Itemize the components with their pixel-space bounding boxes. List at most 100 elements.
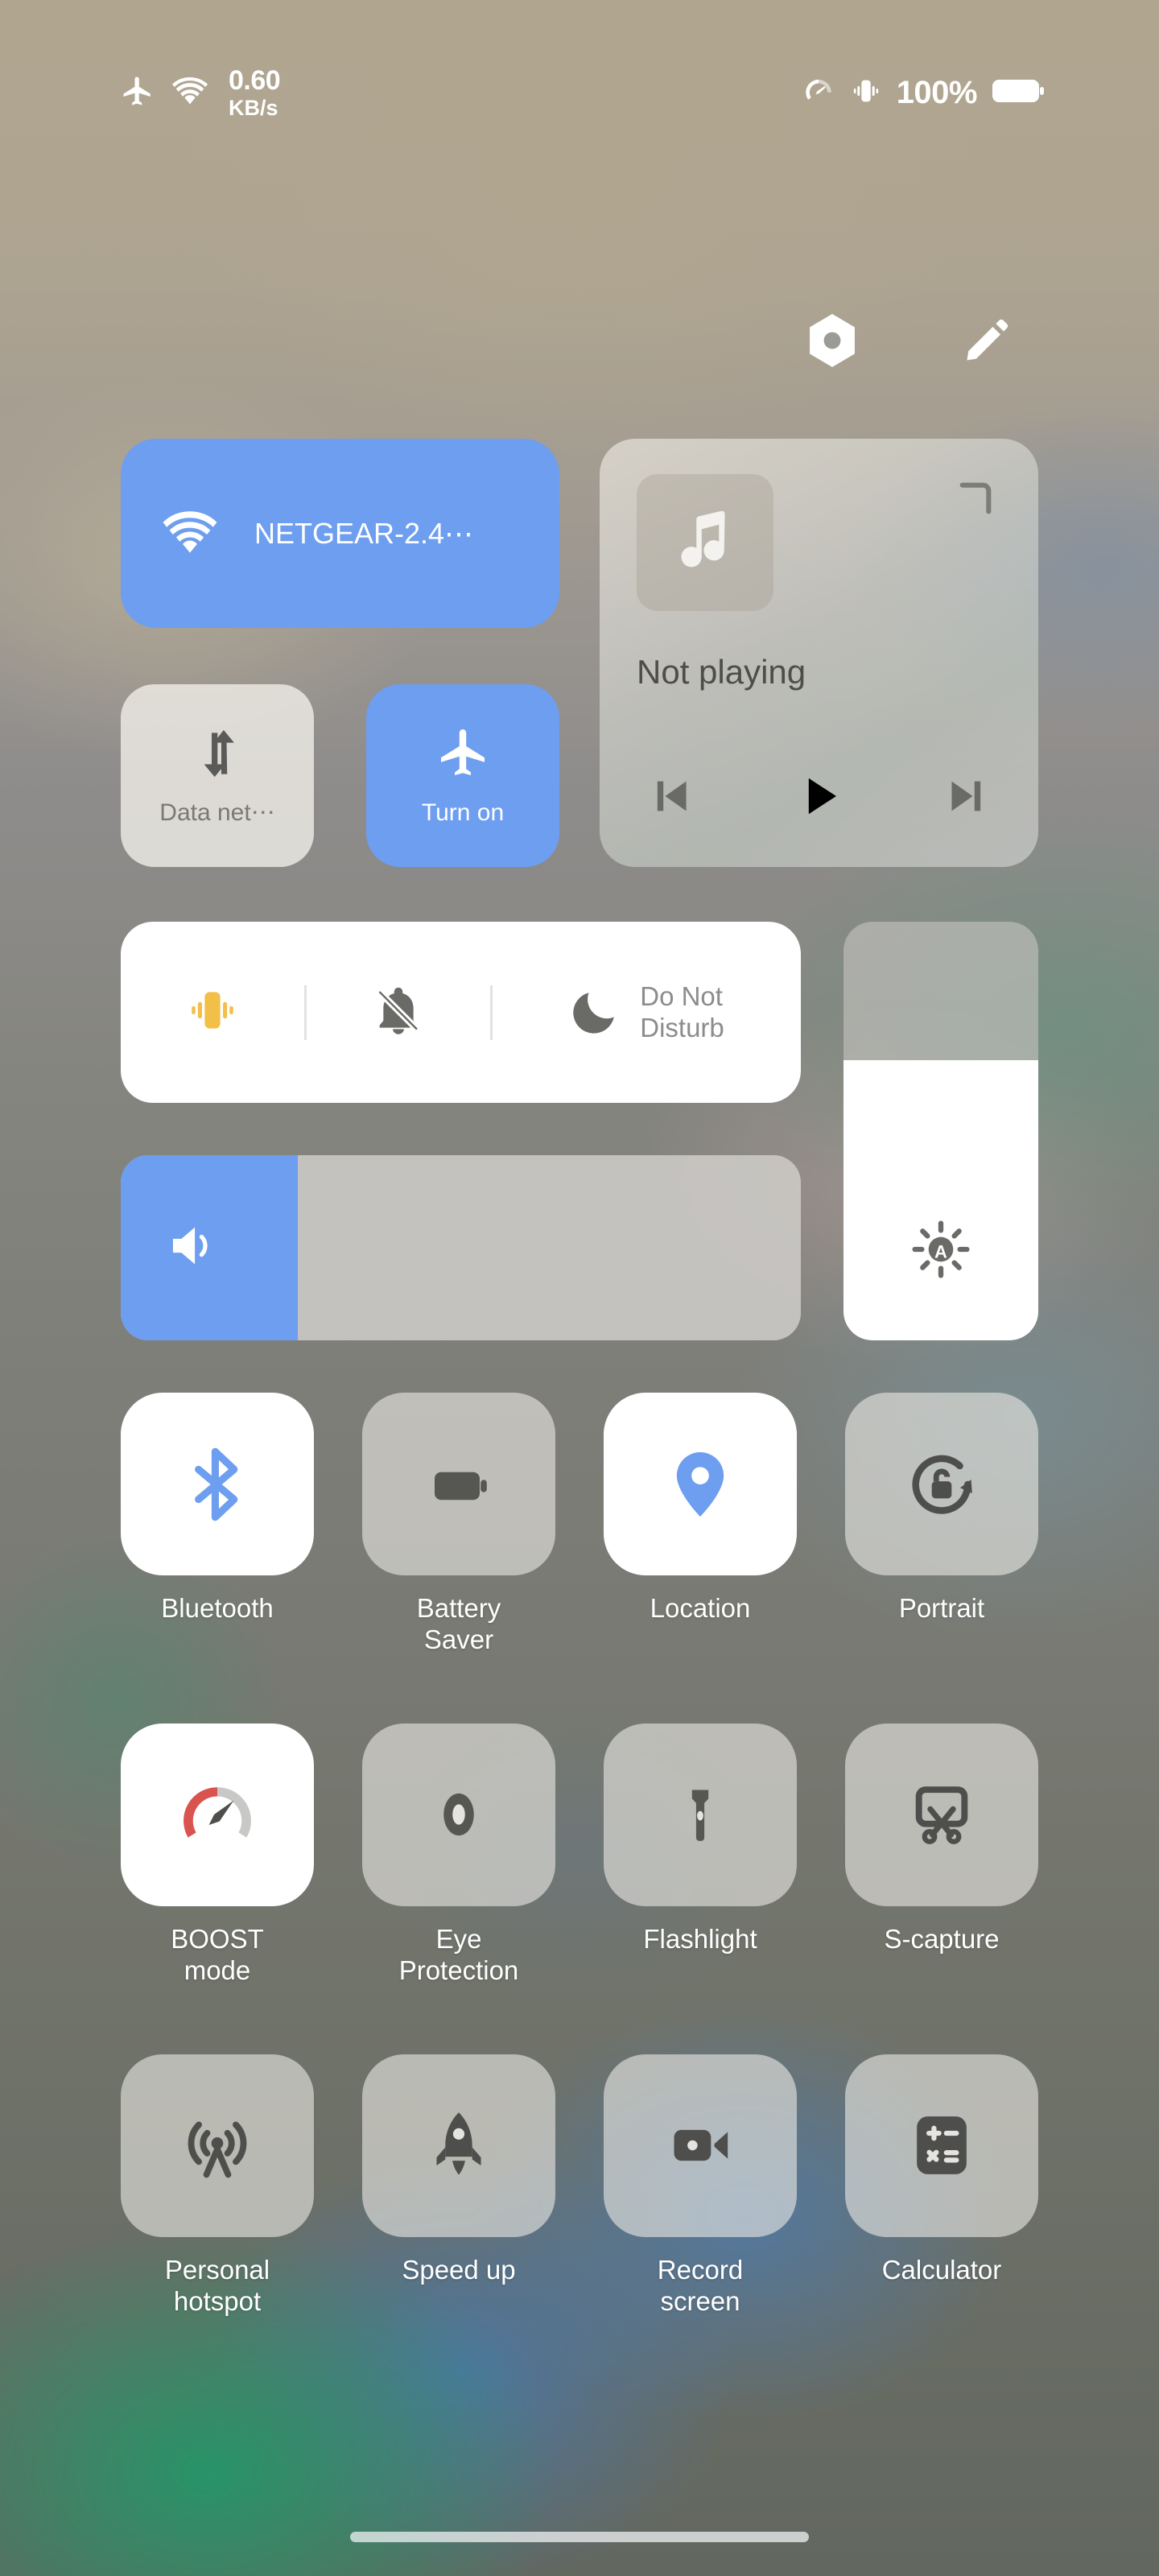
quick-setting-calculator: Calculator (845, 2054, 1038, 2318)
airplane-mode-label: Turn on (421, 799, 505, 826)
rocket-icon (436, 2112, 481, 2175)
data-network-tile[interactable]: Data net⋯ (121, 684, 314, 867)
wifi-tile[interactable]: NETGEAR-2.4⋯ (121, 439, 559, 628)
volume-slider[interactable] (121, 1155, 801, 1340)
screenshot-scissors-icon (915, 1786, 968, 1845)
bell-off-icon (370, 982, 427, 1042)
quick-setting-speed-up: Speed up (362, 2054, 555, 2318)
next-track-icon[interactable] (937, 764, 1001, 828)
quick-setting-personal-hotspot: Personal hotspot (121, 2054, 314, 2318)
brightness-slider[interactable]: A (843, 922, 1038, 1340)
flashlight-toggle-button[interactable] (604, 1723, 797, 1906)
quick-setting-label: Eye Protection (398, 1923, 519, 1985)
battery-saver-icon (435, 1472, 487, 1500)
header-actions (0, 296, 1159, 385)
top-tiles-region: NETGEAR-2.4⋯ Data net⋯ Turn on Not playi… (121, 439, 1038, 867)
speedometer-icon (802, 74, 835, 112)
grid-row-spacer (845, 1987, 1038, 2054)
quick-setting-location: Location (604, 1393, 797, 1656)
portrait-lock-toggle-button[interactable] (845, 1393, 1038, 1575)
pencil-edit-icon[interactable] (958, 312, 1016, 369)
quick-setting-bluetooth: Bluetooth (121, 1393, 314, 1656)
hotspot-icon (188, 2121, 247, 2178)
quick-setting-label: Speed up (402, 2254, 516, 2285)
bluetooth-toggle-button[interactable] (121, 1393, 314, 1575)
airplane-icon (121, 74, 155, 112)
quick-setting-record-screen: Record screen (604, 2054, 797, 2318)
media-controls (637, 764, 1001, 828)
wifi-icon (159, 506, 221, 560)
data-transfer-icon (189, 725, 245, 786)
grid-row-spacer (362, 1987, 555, 2054)
grid-row-spacer (604, 1656, 797, 1724)
media-player-panel[interactable]: Not playing (600, 439, 1038, 867)
previous-track-icon[interactable] (637, 764, 701, 828)
personal-hotspot-toggle-button[interactable] (121, 2054, 314, 2237)
network-speed-value: 0.60 (229, 64, 281, 96)
svg-text:A: A (934, 1241, 947, 1261)
location-toggle-button[interactable] (604, 1393, 797, 1575)
quick-setting-label: Location (650, 1593, 751, 1623)
calculator-icon (917, 2116, 967, 2175)
play-icon[interactable] (787, 764, 852, 828)
boost-mode-toggle-button[interactable] (121, 1723, 314, 1906)
calculator-button[interactable] (845, 2054, 1038, 2237)
album-art-placeholder (637, 474, 773, 611)
auto-brightness-icon: A (909, 1217, 973, 1286)
status-bar-left: 0.60 KB/s (121, 64, 281, 120)
eye-protection-toggle-button[interactable] (362, 1723, 555, 1906)
home-indicator-bar[interactable] (350, 2532, 809, 2542)
quick-setting-label: Calculator (881, 2254, 1002, 2285)
wifi-icon (172, 73, 208, 113)
quick-setting-label: Bluetooth (161, 1593, 274, 1623)
airplane-icon (434, 724, 492, 786)
flashlight-icon (691, 1790, 709, 1842)
battery-percent-label: 100% (896, 74, 978, 110)
s-capture-button[interactable] (845, 1723, 1038, 1906)
network-speed: 0.60 KB/s (229, 64, 281, 120)
grid-row-spacer (121, 1656, 314, 1724)
record-screen-button[interactable] (604, 2054, 797, 2237)
corner-expand-icon[interactable] (953, 476, 998, 521)
airplane-mode-tile[interactable]: Turn on (366, 684, 559, 867)
grid-row-spacer (604, 1987, 797, 2054)
music-note-icon (668, 504, 742, 582)
quick-setting-label: Flashlight (643, 1923, 757, 1954)
quick-settings-grid: Bluetooth Battery Saver Location Portrai… (121, 1393, 1038, 2318)
grid-row-spacer (121, 1987, 314, 2054)
quick-setting-label: S-capture (884, 1923, 1000, 1954)
status-bar-right: 100% (802, 74, 1045, 112)
sound-mode-vibrate[interactable] (121, 922, 304, 1103)
grid-row-spacer (362, 1656, 555, 1724)
sound-mode-card: Do Not Disturb (121, 922, 801, 1103)
video-camera-icon (674, 2130, 728, 2161)
quick-setting-label: Battery Saver (416, 1593, 501, 1654)
hex-nut-settings-icon[interactable] (803, 312, 861, 369)
rotation-lock-icon (912, 1455, 972, 1514)
quick-setting-label: Portrait (898, 1593, 985, 1623)
connectivity-tiles: NETGEAR-2.4⋯ Data net⋯ Turn on (121, 439, 559, 867)
quick-setting-label: BOOST mode (171, 1923, 264, 1985)
quick-setting-label: Record screen (657, 2254, 744, 2316)
quick-setting-battery-saver: Battery Saver (362, 1393, 555, 1656)
quick-setting-eye-protection: Eye Protection (362, 1723, 555, 1987)
quick-setting-portrait: Portrait (845, 1393, 1038, 1656)
battery-saver-toggle-button[interactable] (362, 1393, 555, 1575)
eye-icon (443, 1794, 474, 1836)
vibrate-icon (850, 75, 882, 111)
grid-row-spacer (845, 1656, 1038, 1724)
gauge-icon (184, 1787, 251, 1838)
sound-mode-do-not-disturb[interactable]: Do Not Disturb (493, 922, 801, 1103)
data-network-label: Data net⋯ (159, 799, 275, 826)
media-title: Not playing (637, 653, 806, 691)
speed-up-button[interactable] (362, 2054, 555, 2237)
network-speed-unit: KB/s (229, 95, 278, 120)
quick-setting-label: Personal hotspot (164, 2254, 270, 2316)
quick-setting-flashlight: Flashlight (604, 1723, 797, 1987)
moon-icon (569, 984, 622, 1041)
wifi-ssid-label: NETGEAR-2.4⋯ (254, 516, 474, 550)
sound-mode-silent[interactable] (307, 922, 490, 1103)
do-not-disturb-label: Do Not Disturb (640, 981, 724, 1042)
location-pin-icon (676, 1451, 724, 1517)
vibrate-icon (185, 983, 240, 1042)
